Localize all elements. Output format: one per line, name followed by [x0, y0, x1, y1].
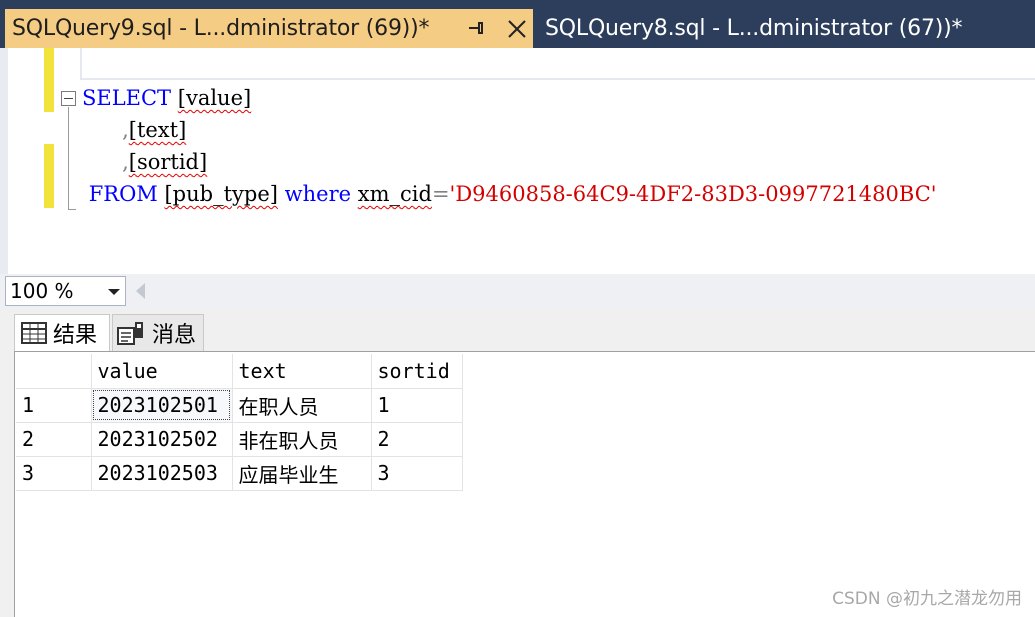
- zoom-value: 100 %: [10, 279, 74, 303]
- tab-results-label: 结果: [53, 323, 98, 348]
- cell-text[interactable]: 非在职人员: [231, 421, 372, 457]
- pin-icon[interactable]: [465, 17, 487, 39]
- fold-guide: [68, 107, 69, 210]
- column-header[interactable]: sortid: [370, 354, 463, 389]
- cell-text[interactable]: 应届毕业生: [231, 455, 372, 491]
- keyword-select: SELECT: [82, 86, 172, 110]
- results-grid-area: value text sortid 1 2023102501 在职人员 1 2 …: [14, 351, 1035, 617]
- zoom-dropdown[interactable]: 100 %: [5, 276, 126, 306]
- table-row: 2 2023102502 非在职人员 2: [16, 421, 463, 457]
- column-text: [text]: [128, 118, 187, 142]
- results-pane: 结果 消息 value text sortid 1 2023102501 在职人…: [0, 308, 1035, 617]
- tab-messages-label: 消息: [152, 323, 197, 348]
- cell-sortid[interactable]: 3: [370, 455, 463, 491]
- tab-sqlquery9[interactable]: SQLQuery9.sql - L...dministrator (69))*: [5, 9, 533, 48]
- row-number-header[interactable]: [16, 354, 92, 389]
- grid-icon: [21, 322, 47, 344]
- close-icon[interactable]: [505, 17, 529, 41]
- table-name: [pub_type]: [164, 182, 278, 206]
- cell-value[interactable]: 2023102503: [90, 455, 233, 491]
- tab-title: SQLQuery9.sql - L...dministrator (69))*: [12, 16, 430, 41]
- row-number[interactable]: 1: [16, 387, 92, 423]
- editor-margin: [0, 48, 40, 274]
- query-editor[interactable]: SELECT [value] ,[text] ,[sortid] FROM [p…: [0, 48, 1035, 274]
- scroll-left-icon[interactable]: [136, 283, 145, 299]
- table-row: 3 2023102503 应届毕业生 3: [16, 455, 463, 491]
- cell-sortid[interactable]: 1: [370, 387, 463, 423]
- column-value: [value]: [177, 86, 252, 110]
- collapse-icon[interactable]: [61, 91, 76, 106]
- cell-value[interactable]: 2023102501: [90, 387, 233, 423]
- comma: ,: [122, 150, 129, 174]
- grid-header-row: value text sortid: [16, 354, 463, 389]
- row-number[interactable]: 3: [16, 455, 92, 491]
- column-header[interactable]: text: [231, 354, 372, 389]
- code-line-3: ,[sortid]: [82, 146, 207, 178]
- code-line-2: ,[text]: [82, 114, 186, 146]
- tab-messages[interactable]: 消息: [112, 314, 204, 351]
- field-name: xm_cid: [357, 182, 432, 206]
- tab-results[interactable]: 结果: [14, 314, 110, 351]
- code-line-4: FROM [pub_type] where xm_cid='D9460858-6…: [82, 178, 937, 210]
- previous-line: [80, 48, 1035, 80]
- tab-sqlquery8[interactable]: SQLQuery8.sql - L...dministrator (67))*: [537, 9, 1035, 48]
- column-sortid: [sortid]: [128, 150, 208, 174]
- cell-sortid[interactable]: 2: [370, 421, 463, 457]
- change-marker: [44, 144, 54, 208]
- chevron-down-icon: [108, 289, 120, 295]
- cell-value[interactable]: 2023102502: [90, 421, 233, 457]
- code-line-1: SELECT [value]: [82, 82, 251, 114]
- change-marker: [44, 48, 54, 112]
- messages-icon: [117, 322, 143, 345]
- document-tab-bar: SQLQuery9.sql - L...dministrator (69))* …: [0, 0, 1035, 48]
- results-grid: value text sortid 1 2023102501 在职人员 1 2 …: [16, 354, 463, 491]
- watermark: CSDN @初九之潜龙勿用: [832, 589, 1022, 609]
- row-number[interactable]: 2: [16, 421, 92, 457]
- keyword-where: where: [284, 182, 352, 206]
- table-row: 1 2023102501 在职人员 1: [16, 387, 463, 423]
- keyword-from: FROM: [88, 182, 158, 206]
- column-header[interactable]: value: [90, 354, 233, 389]
- string-literal: 'D9460858-64C9-4DF2-83D3-0997721480BC': [449, 182, 937, 206]
- zoom-bar: 100 %: [0, 274, 1035, 308]
- operator: =: [431, 182, 450, 206]
- cell-text[interactable]: 在职人员: [231, 387, 372, 423]
- tab-title: SQLQuery8.sql - L...dministrator (67))*: [545, 16, 963, 41]
- comma: ,: [122, 118, 129, 142]
- fold-guide-end: [68, 209, 76, 210]
